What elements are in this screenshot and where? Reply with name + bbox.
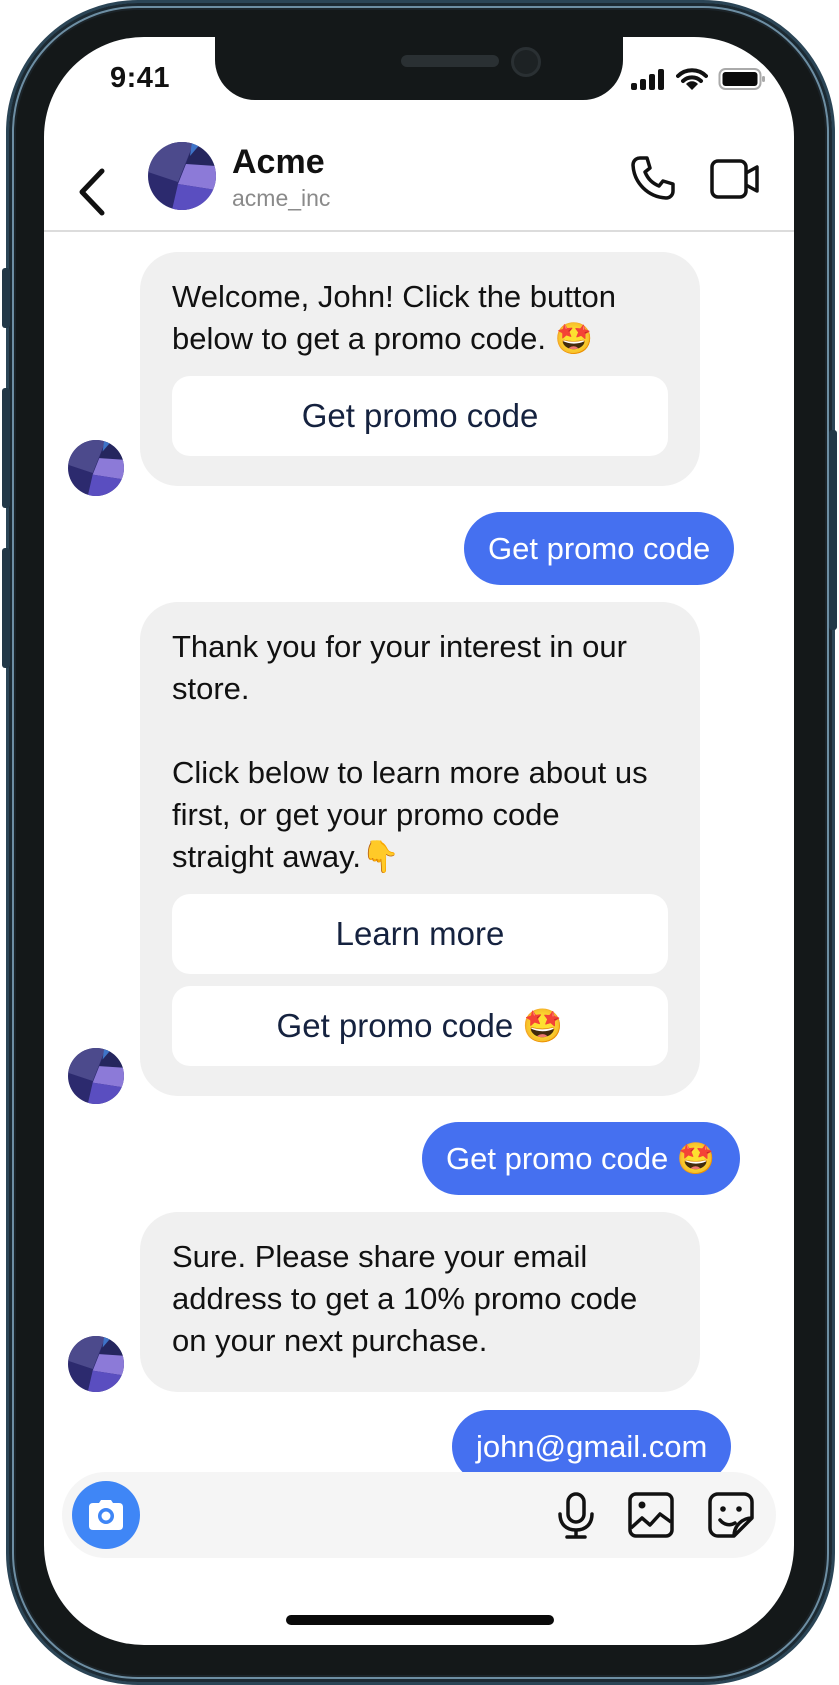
camera-button[interactable] [72, 1481, 140, 1549]
voice-message-button[interactable] [556, 1492, 596, 1545]
contact-handle: acme_inc [232, 185, 331, 211]
video-call-button[interactable] [710, 157, 760, 206]
wifi-icon [676, 68, 708, 90]
quick-reply-get-promo-button[interactable]: Get promo code [172, 376, 668, 456]
sender-avatar [68, 1336, 124, 1392]
incoming-message: Welcome, John! Click the button below to… [140, 252, 700, 486]
battery-icon [718, 68, 765, 90]
call-button[interactable] [630, 155, 676, 206]
outgoing-message: Get promo code [464, 512, 735, 585]
home-indicator[interactable] [286, 1615, 554, 1625]
cellular-signal-icon [631, 69, 664, 90]
phone-icon [631, 156, 675, 200]
gallery-button[interactable] [628, 1492, 674, 1543]
message-text: Thank you for your interest in our store… [172, 629, 648, 874]
video-camera-icon [710, 159, 759, 199]
side-button-volume-down [2, 548, 10, 668]
message-text: Sure. Please share your email address to… [172, 1239, 638, 1358]
sender-avatar [68, 1048, 124, 1104]
quick-reply-get-promo-button[interactable]: Get promo code 🤩 [172, 986, 668, 1066]
contact-name: Acme [232, 143, 325, 181]
avatar-image [68, 1336, 124, 1392]
contact-avatar[interactable] [148, 142, 216, 210]
sender-avatar [68, 440, 124, 496]
image-icon [628, 1492, 674, 1538]
avatar-image [148, 142, 216, 210]
avatar-image [68, 1048, 124, 1104]
chevron-left-icon [79, 168, 105, 216]
message-composer[interactable] [62, 1472, 776, 1558]
side-button-silent [2, 268, 10, 328]
incoming-message: Sure. Please share your email address to… [140, 1212, 700, 1392]
status-icons [630, 67, 766, 91]
phone-screen: 9:41 Acme acme_inc Welcome, John! Click … [44, 37, 794, 1645]
notch [215, 37, 623, 100]
chat-header: Acme acme_inc [44, 127, 794, 232]
sticker-icon [708, 1492, 754, 1538]
side-button-volume-up [2, 388, 10, 508]
quick-reply-learn-more-button[interactable]: Learn more [172, 894, 668, 974]
incoming-message: Thank you for your interest in our store… [140, 602, 700, 1096]
status-time: 9:41 [110, 62, 171, 94]
front-camera [511, 47, 541, 77]
speaker-grille [401, 55, 499, 67]
back-button[interactable] [74, 167, 110, 217]
side-button-power [829, 430, 837, 630]
avatar-image [68, 440, 124, 496]
message-text: Welcome, John! Click the button below to… [172, 279, 616, 356]
camera-icon [89, 1500, 123, 1530]
outgoing-message: Get promo code 🤩 [422, 1122, 740, 1195]
microphone-icon [558, 1492, 594, 1539]
sticker-button[interactable] [708, 1492, 754, 1543]
